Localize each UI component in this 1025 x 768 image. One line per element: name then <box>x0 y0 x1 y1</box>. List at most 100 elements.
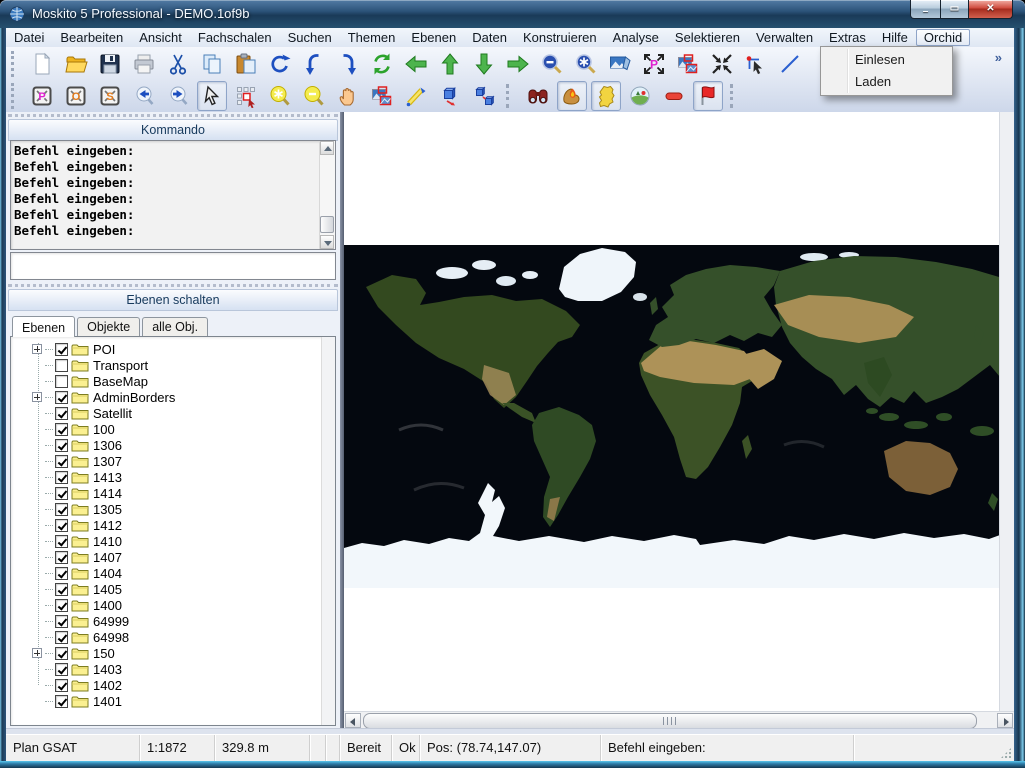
menu-selektieren[interactable]: Selektieren <box>667 29 748 46</box>
rotate-left-button[interactable] <box>299 49 329 79</box>
menu-analyse[interactable]: Analyse <box>605 29 667 46</box>
layer-checkbox-1306[interactable] <box>55 439 68 452</box>
layer-label[interactable]: 1414 <box>93 486 122 501</box>
remove-dash-button[interactable] <box>659 81 689 111</box>
menu-themen[interactable]: Themen <box>340 29 404 46</box>
overview-window-2-button[interactable] <box>367 81 397 111</box>
toolbar-gripper[interactable] <box>11 51 21 77</box>
menu-hilfe[interactable]: Hilfe <box>874 29 916 46</box>
zoom-in-button[interactable] <box>265 81 295 111</box>
tree-expander-icon[interactable] <box>32 648 42 658</box>
fit-plan-p-button[interactable]: P <box>27 81 57 111</box>
map-area[interactable] <box>344 112 1014 728</box>
measure-button[interactable] <box>401 81 431 111</box>
pin-select-button[interactable] <box>741 49 771 79</box>
new-document-button[interactable] <box>27 49 57 79</box>
command-console[interactable]: Befehl eingeben:Befehl eingeben:Befehl e… <box>10 140 336 250</box>
menu-fachschalen[interactable]: Fachschalen <box>190 29 280 46</box>
save-button[interactable] <box>95 49 125 79</box>
menu-verwalten[interactable]: Verwalten <box>748 29 821 46</box>
rotate-right-button[interactable] <box>333 49 363 79</box>
layer-label[interactable]: 1412 <box>93 518 122 533</box>
toolbar-overflow-chevron[interactable]: » <box>995 50 1002 65</box>
draw-line-button[interactable] <box>775 49 805 79</box>
pan-hand-button[interactable] <box>333 81 363 111</box>
layer-label[interactable]: 1407 <box>93 550 122 565</box>
fit-object-o-button[interactable]: O <box>61 81 91 111</box>
layer-checkbox-basemap[interactable] <box>55 375 68 388</box>
layer-label[interactable]: 1405 <box>93 582 122 597</box>
search-binoculars-button[interactable] <box>523 81 553 111</box>
layer-label[interactable]: 1307 <box>93 454 122 469</box>
layer-label[interactable]: 150 <box>93 646 115 661</box>
zoom-extent-button[interactable] <box>571 49 601 79</box>
menu-ebenen[interactable]: Ebenen <box>403 29 464 46</box>
layer-checkbox-transport[interactable] <box>55 359 68 372</box>
menu-item-einlesen[interactable]: Einlesen <box>821 49 952 71</box>
minimize-button[interactable]: – <box>910 0 941 19</box>
layer-checkbox-1404[interactable] <box>55 567 68 580</box>
menu-daten[interactable]: Daten <box>464 29 515 46</box>
cut-button[interactable] <box>163 49 193 79</box>
layer-label[interactable]: 1306 <box>93 438 122 453</box>
menu-ansicht[interactable]: Ansicht <box>131 29 190 46</box>
menu-bearbeiten[interactable]: Bearbeiten <box>52 29 131 46</box>
pan-down-button[interactable] <box>469 49 499 79</box>
layer-checkbox-100[interactable] <box>55 423 68 436</box>
layer-label[interactable]: 64998 <box>93 630 129 645</box>
copy-object-button[interactable] <box>469 81 499 111</box>
layer-label[interactable]: 1413 <box>93 470 122 485</box>
center-view-button[interactable] <box>707 49 737 79</box>
layer-checkbox-poi[interactable] <box>55 343 68 356</box>
scroll-down-arrow[interactable] <box>320 235 334 249</box>
map-globe-button[interactable] <box>625 81 655 111</box>
tab-alleobj[interactable]: alle Obj. <box>142 317 208 336</box>
titlebar[interactable]: Moskito 5 Professional - DEMO.1of9b –▭✕ <box>0 0 1025 28</box>
copy-button[interactable] <box>197 49 227 79</box>
scroll-right-arrow[interactable] <box>997 713 1013 728</box>
layer-checkbox-1403[interactable] <box>55 663 68 676</box>
menu-extras[interactable]: Extras <box>821 29 874 46</box>
layers-panel-header[interactable]: Ebenen schalten <box>8 289 338 311</box>
pan-left-button[interactable] <box>401 49 431 79</box>
layer-checkbox-1305[interactable] <box>55 503 68 516</box>
move-object-button[interactable] <box>435 81 465 111</box>
grid-select-button[interactable] <box>231 81 261 111</box>
paste-button[interactable] <box>231 49 261 79</box>
view-next-button[interactable] <box>163 81 193 111</box>
layer-checkbox-1412[interactable] <box>55 519 68 532</box>
layer-checkbox-1413[interactable] <box>55 471 68 484</box>
menu-item-laden[interactable]: Laden <box>821 71 952 93</box>
command-panel-header[interactable]: Kommando <box>8 119 338 141</box>
layer-checkbox-1402[interactable] <box>55 679 68 692</box>
view-previous-button[interactable] <box>129 81 159 111</box>
flag-marker-button[interactable] <box>693 81 723 111</box>
world-satellite-map[interactable] <box>344 245 1000 588</box>
layer-label[interactable]: Transport <box>93 358 148 373</box>
layer-label[interactable]: AdminBorders <box>93 390 175 405</box>
layer-label[interactable]: 64999 <box>93 614 129 629</box>
menu-suchen[interactable]: Suchen <box>280 29 340 46</box>
layer-checkbox-1410[interactable] <box>55 535 68 548</box>
zoom-out-button[interactable] <box>299 81 329 111</box>
menu-konstruieren[interactable]: Konstruieren <box>515 29 605 46</box>
console-scrollbar[interactable] <box>319 141 335 249</box>
close-button[interactable]: ✕ <box>968 0 1013 19</box>
pan-up-button[interactable] <box>435 49 465 79</box>
layer-label[interactable]: 100 <box>93 422 115 437</box>
tree-expander-icon[interactable] <box>32 344 42 354</box>
map-scroll-thumb[interactable] <box>363 713 977 729</box>
layer-label[interactable]: 1400 <box>93 598 122 613</box>
layer-label[interactable]: 1402 <box>93 678 122 693</box>
undo-rotate-button[interactable] <box>265 49 295 79</box>
tree-expander-icon[interactable] <box>32 392 42 402</box>
layer-checkbox-1401[interactable] <box>55 695 68 708</box>
layer-checkbox-150[interactable] <box>55 647 68 660</box>
menu-orchid[interactable]: Orchid <box>916 29 970 46</box>
layer-checkbox-64998[interactable] <box>55 631 68 644</box>
image-pan-button[interactable] <box>605 49 635 79</box>
fit-selection-s-button[interactable]: S <box>95 81 125 111</box>
layer-label[interactable]: 1401 <box>93 694 122 709</box>
pan-right-button[interactable] <box>503 49 533 79</box>
map-horizontal-scrollbar[interactable] <box>344 711 1014 728</box>
